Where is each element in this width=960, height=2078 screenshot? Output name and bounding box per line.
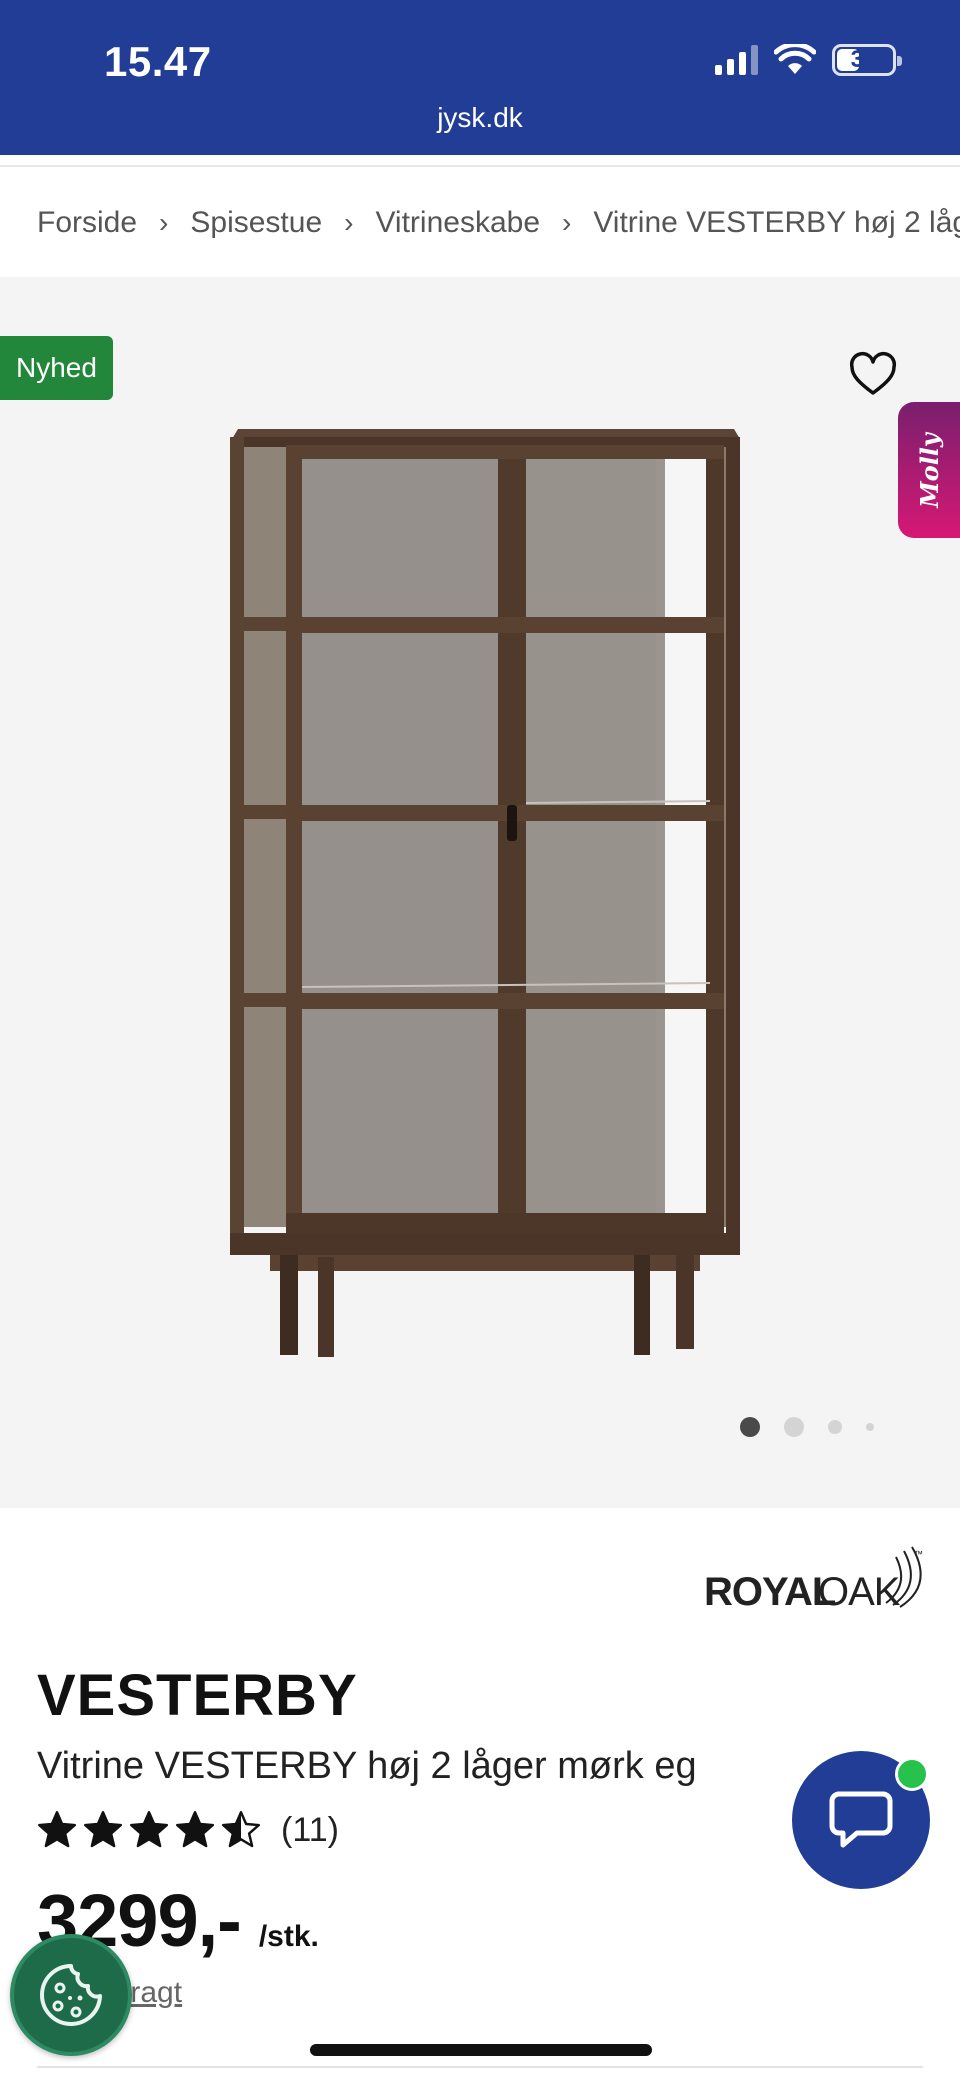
star-full-icon xyxy=(130,1811,168,1848)
new-badge: Nyhed xyxy=(0,336,113,400)
svg-text:OAK: OAK xyxy=(818,1570,901,1614)
star-full-icon xyxy=(84,1811,122,1848)
chevron-right-icon: › xyxy=(344,207,354,238)
pagination-dot[interactable] xyxy=(828,1420,842,1434)
chevron-right-icon: › xyxy=(159,207,169,238)
molly-assistant-tab[interactable]: Molly xyxy=(898,402,960,538)
product-rating[interactable]: (11) xyxy=(37,1810,339,1850)
breadcrumb: Forside › Spisestue › Vitrineskabe › Vit… xyxy=(37,200,960,246)
pagination-dot[interactable] xyxy=(784,1417,804,1437)
image-pagination xyxy=(740,1417,874,1437)
pagination-dot[interactable] xyxy=(866,1423,874,1431)
divider xyxy=(37,2066,923,2068)
review-count[interactable]: (11) xyxy=(281,1811,339,1850)
cookie-settings-button[interactable] xyxy=(10,1934,132,2056)
pagination-dot-active[interactable] xyxy=(740,1417,760,1437)
breadcrumb-item-current: Vitrine VESTERBY høj 2 låger mørk eg xyxy=(593,206,960,239)
star-full-icon xyxy=(176,1811,214,1848)
battery-level: 37 xyxy=(850,46,878,73)
wifi-icon xyxy=(774,44,816,74)
product-gallery[interactable]: Nyhed Molly xyxy=(0,277,960,1508)
divider xyxy=(0,165,960,167)
online-status-dot xyxy=(895,1757,929,1791)
svg-text:™: ™ xyxy=(914,1549,923,1559)
home-indicator[interactable] xyxy=(310,2044,652,2056)
brand-logo-royal-oak[interactable]: ROYAL OAK ™ xyxy=(700,1545,925,1615)
product-description: Vitrine VESTERBY høj 2 låger mørk eg xyxy=(37,1745,697,1787)
cellular-signal-icon xyxy=(715,45,758,75)
battery-icon: 37 xyxy=(832,44,902,76)
status-bar: 15.47 37 jysk.dk xyxy=(0,0,960,155)
molly-label: Molly xyxy=(914,432,944,508)
chat-bubble-icon xyxy=(829,1791,893,1848)
address-bar-url[interactable]: jysk.dk xyxy=(0,102,960,134)
price-unit: /stk. xyxy=(258,1920,319,1953)
cookie-icon xyxy=(40,1964,102,2026)
star-full-icon xyxy=(38,1811,76,1848)
clock: 15.47 xyxy=(104,38,212,85)
breadcrumb-item-vitrineskabe[interactable]: Vitrineskabe xyxy=(375,206,540,240)
status-icons: 37 xyxy=(715,44,902,76)
product-image-cabinet xyxy=(230,429,740,1357)
product-title: VESTERBY xyxy=(37,1663,358,1728)
chevron-right-icon: › xyxy=(562,207,572,238)
wishlist-heart-icon[interactable] xyxy=(848,351,898,401)
rating-stars xyxy=(37,1810,261,1850)
svg-text:ROYAL: ROYAL xyxy=(704,1570,836,1614)
breadcrumb-item-spisestue[interactable]: Spisestue xyxy=(190,206,322,240)
star-half-icon xyxy=(222,1811,260,1848)
breadcrumb-item-forside[interactable]: Forside xyxy=(37,206,137,240)
